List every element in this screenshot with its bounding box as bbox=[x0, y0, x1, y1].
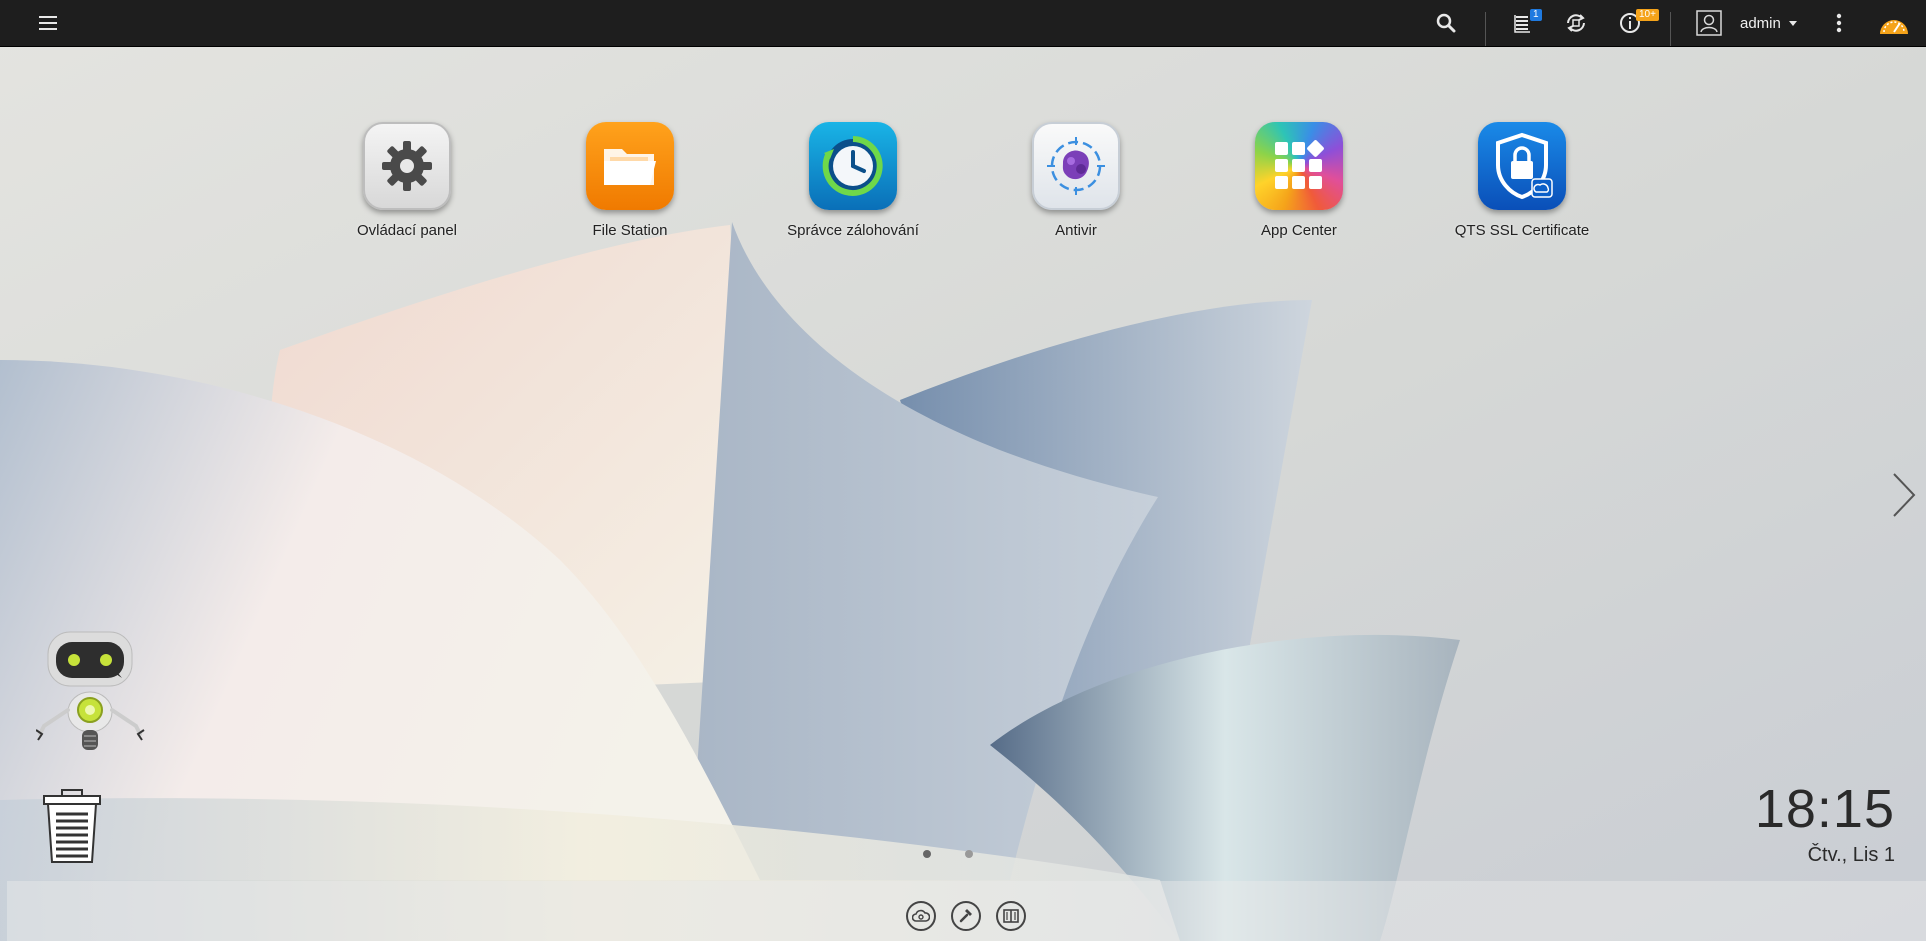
bottom-dock bbox=[7, 881, 1926, 941]
user-menu[interactable]: admin bbox=[1740, 0, 1808, 46]
desktop-screen: 1 10+ admin Ovládací panel File Station … bbox=[0, 0, 1926, 941]
app-label: Antivir bbox=[1055, 222, 1097, 239]
user-name: admin bbox=[1740, 14, 1781, 32]
main-menu-button[interactable] bbox=[30, 0, 66, 46]
more-vertical-icon bbox=[1836, 13, 1842, 33]
folder-icon bbox=[586, 122, 674, 210]
tasks-badge: 1 bbox=[1530, 9, 1542, 21]
backup-clock-icon bbox=[809, 122, 897, 210]
app-grid-icon bbox=[1255, 122, 1343, 210]
wallpaper bbox=[0, 0, 1926, 941]
shield-lock-icon bbox=[1478, 122, 1566, 210]
top-bar: 1 10+ admin bbox=[0, 0, 1926, 47]
topbar-separator bbox=[1670, 12, 1671, 46]
next-page-arrow[interactable] bbox=[1888, 470, 1918, 520]
notifications-button[interactable]: 10+ bbox=[1612, 0, 1659, 46]
helpdesk-robot[interactable] bbox=[35, 630, 146, 760]
app-backup-manager[interactable]: Správce zálohování bbox=[753, 122, 953, 239]
myqnapcloud-button[interactable] bbox=[906, 901, 936, 931]
app-ssl-certificate[interactable]: QTS SSL Certificate bbox=[1422, 122, 1622, 239]
recycle-bin[interactable] bbox=[42, 788, 102, 866]
utility-tools-button[interactable] bbox=[951, 901, 981, 931]
app-label: App Center bbox=[1261, 222, 1337, 239]
app-antivirus[interactable]: Antivir bbox=[976, 122, 1176, 239]
app-app-center[interactable]: App Center bbox=[1199, 122, 1399, 239]
hammer-icon bbox=[959, 909, 972, 923]
app-label: QTS SSL Certificate bbox=[1454, 222, 1590, 239]
robot-icon bbox=[35, 631, 145, 750]
user-avatar[interactable] bbox=[1696, 0, 1722, 46]
page-dot-1[interactable] bbox=[923, 850, 931, 858]
caret-down-icon bbox=[1788, 21, 1797, 26]
external-devices-button[interactable] bbox=[1558, 0, 1594, 46]
trash-icon bbox=[43, 789, 101, 863]
clock-time: 18:15 bbox=[1754, 779, 1895, 839]
notifications-badge: 10+ bbox=[1636, 9, 1659, 21]
page-dot-2[interactable] bbox=[965, 850, 973, 858]
sync-icon bbox=[1567, 14, 1585, 32]
search-button[interactable] bbox=[1428, 0, 1464, 46]
help-guide-button[interactable] bbox=[996, 901, 1026, 931]
topbar-separator bbox=[1485, 12, 1486, 46]
clock-date: Čtv., Lis 1 bbox=[1807, 844, 1895, 866]
speedometer-icon bbox=[1880, 20, 1908, 34]
user-icon bbox=[1696, 10, 1722, 36]
app-control-panel[interactable]: Ovládací panel bbox=[307, 122, 507, 239]
book-icon bbox=[1003, 909, 1019, 923]
hamburger-icon bbox=[39, 16, 57, 30]
search-icon bbox=[1436, 13, 1456, 33]
dashboard-button[interactable] bbox=[1876, 0, 1912, 46]
gear-icon bbox=[363, 122, 451, 210]
app-label: Správce zálohování bbox=[787, 222, 919, 239]
desktop-clock: 18:15 Čtv., Lis 1 bbox=[1755, 780, 1895, 867]
app-file-station[interactable]: File Station bbox=[530, 122, 730, 239]
app-label: Ovládací panel bbox=[356, 222, 458, 239]
cloud-icon bbox=[912, 909, 930, 922]
background-tasks-button[interactable]: 1 bbox=[1506, 0, 1542, 46]
more-options-button[interactable] bbox=[1826, 0, 1852, 46]
chevron-right-icon bbox=[1893, 473, 1916, 517]
app-label: File Station bbox=[592, 222, 668, 239]
antivirus-icon bbox=[1032, 122, 1120, 210]
